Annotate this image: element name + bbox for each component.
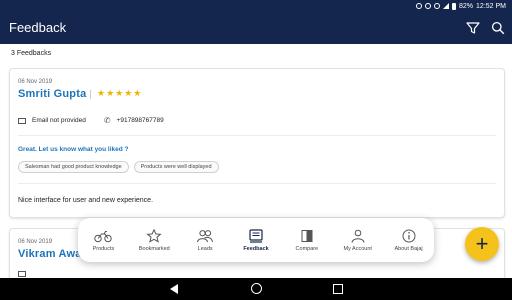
nav-item-leads[interactable]: Leads xyxy=(180,218,231,262)
tag-chip: Salesman had good product knowledge xyxy=(18,161,129,173)
nav-label: About Bajaj xyxy=(394,245,423,252)
nav-label: Compare xyxy=(295,245,319,252)
mail-icon xyxy=(18,117,26,124)
feedback-date: 06 Nov 2019 xyxy=(18,79,53,85)
nav-label: Products xyxy=(92,245,115,252)
feedback-count: 3 Feedbacks xyxy=(11,50,52,57)
tag-chip: Products were well displayed xyxy=(133,161,219,173)
feedback-comment: Nice interface for user and new experien… xyxy=(18,197,154,204)
search-icon[interactable] xyxy=(491,21,505,35)
motorcycle-icon xyxy=(94,230,113,242)
liked-heading: Great. Let us know what you liked ? xyxy=(18,146,129,153)
star-icon xyxy=(146,228,162,243)
nav-item-my-account[interactable]: My Account xyxy=(332,218,383,262)
nav-item-products[interactable]: Products xyxy=(78,218,129,262)
nav-item-feedback[interactable]: Feedback xyxy=(231,218,282,262)
people-icon xyxy=(197,229,214,242)
mail-icon xyxy=(18,271,26,277)
clock: 12:52 PM xyxy=(476,2,506,10)
info-icon xyxy=(402,229,416,242)
recent-apps-icon[interactable] xyxy=(333,284,343,294)
home-icon[interactable] xyxy=(251,283,262,294)
feedback-date: 06 Nov 2019 xyxy=(18,239,53,245)
wifi-icon xyxy=(434,3,441,9)
filter-icon[interactable] xyxy=(466,21,480,35)
app-bar: Feedback xyxy=(0,12,512,44)
add-feedback-button[interactable]: + xyxy=(465,227,499,261)
customer-name: Smriti Gupta xyxy=(18,88,87,100)
sync-icon xyxy=(416,3,423,9)
star-rating: ★★★★★ xyxy=(97,88,143,98)
battery-level: 82% xyxy=(459,2,474,10)
feedback-card[interactable]: 06 Nov 2019 Smriti Gupta ★★★★★ Email not… xyxy=(9,68,505,218)
phone-number[interactable]: +917898767789 xyxy=(117,117,164,124)
signal-icon xyxy=(443,3,450,9)
feedback-icon xyxy=(249,228,263,243)
nav-label: Leads xyxy=(197,245,213,252)
tag-list: Salesman had good product knowledge Prod… xyxy=(18,161,219,173)
nav-item-bookmarked[interactable]: Bookmarked xyxy=(129,218,180,262)
nav-label: My Account xyxy=(343,245,372,252)
divider xyxy=(90,90,91,99)
email-text: Email not provided xyxy=(32,117,86,124)
nav-item-about-bajaj[interactable]: About Bajaj xyxy=(383,218,434,262)
phone-icon: ✆ xyxy=(103,116,111,125)
contact-row: Email not provided ✆ +917898767789 xyxy=(18,116,164,125)
bottom-nav: Products Bookmarked Leads Feedback Compa… xyxy=(78,218,434,262)
minus-icon xyxy=(425,3,432,9)
system-nav-bar xyxy=(0,278,512,300)
compare-icon xyxy=(301,229,313,242)
nav-label: Feedback xyxy=(243,245,269,252)
nav-item-compare[interactable]: Compare xyxy=(281,218,332,262)
nav-label: Bookmarked xyxy=(138,245,170,252)
battery-icon xyxy=(452,2,457,10)
account-icon xyxy=(351,229,365,243)
status-bar: 82% 12:52 PM xyxy=(0,0,512,12)
customer-name: Vikram Awal xyxy=(18,248,85,260)
back-icon[interactable] xyxy=(170,284,178,294)
page-title: Feedback xyxy=(9,20,67,35)
divider xyxy=(18,135,496,136)
divider xyxy=(18,183,496,184)
